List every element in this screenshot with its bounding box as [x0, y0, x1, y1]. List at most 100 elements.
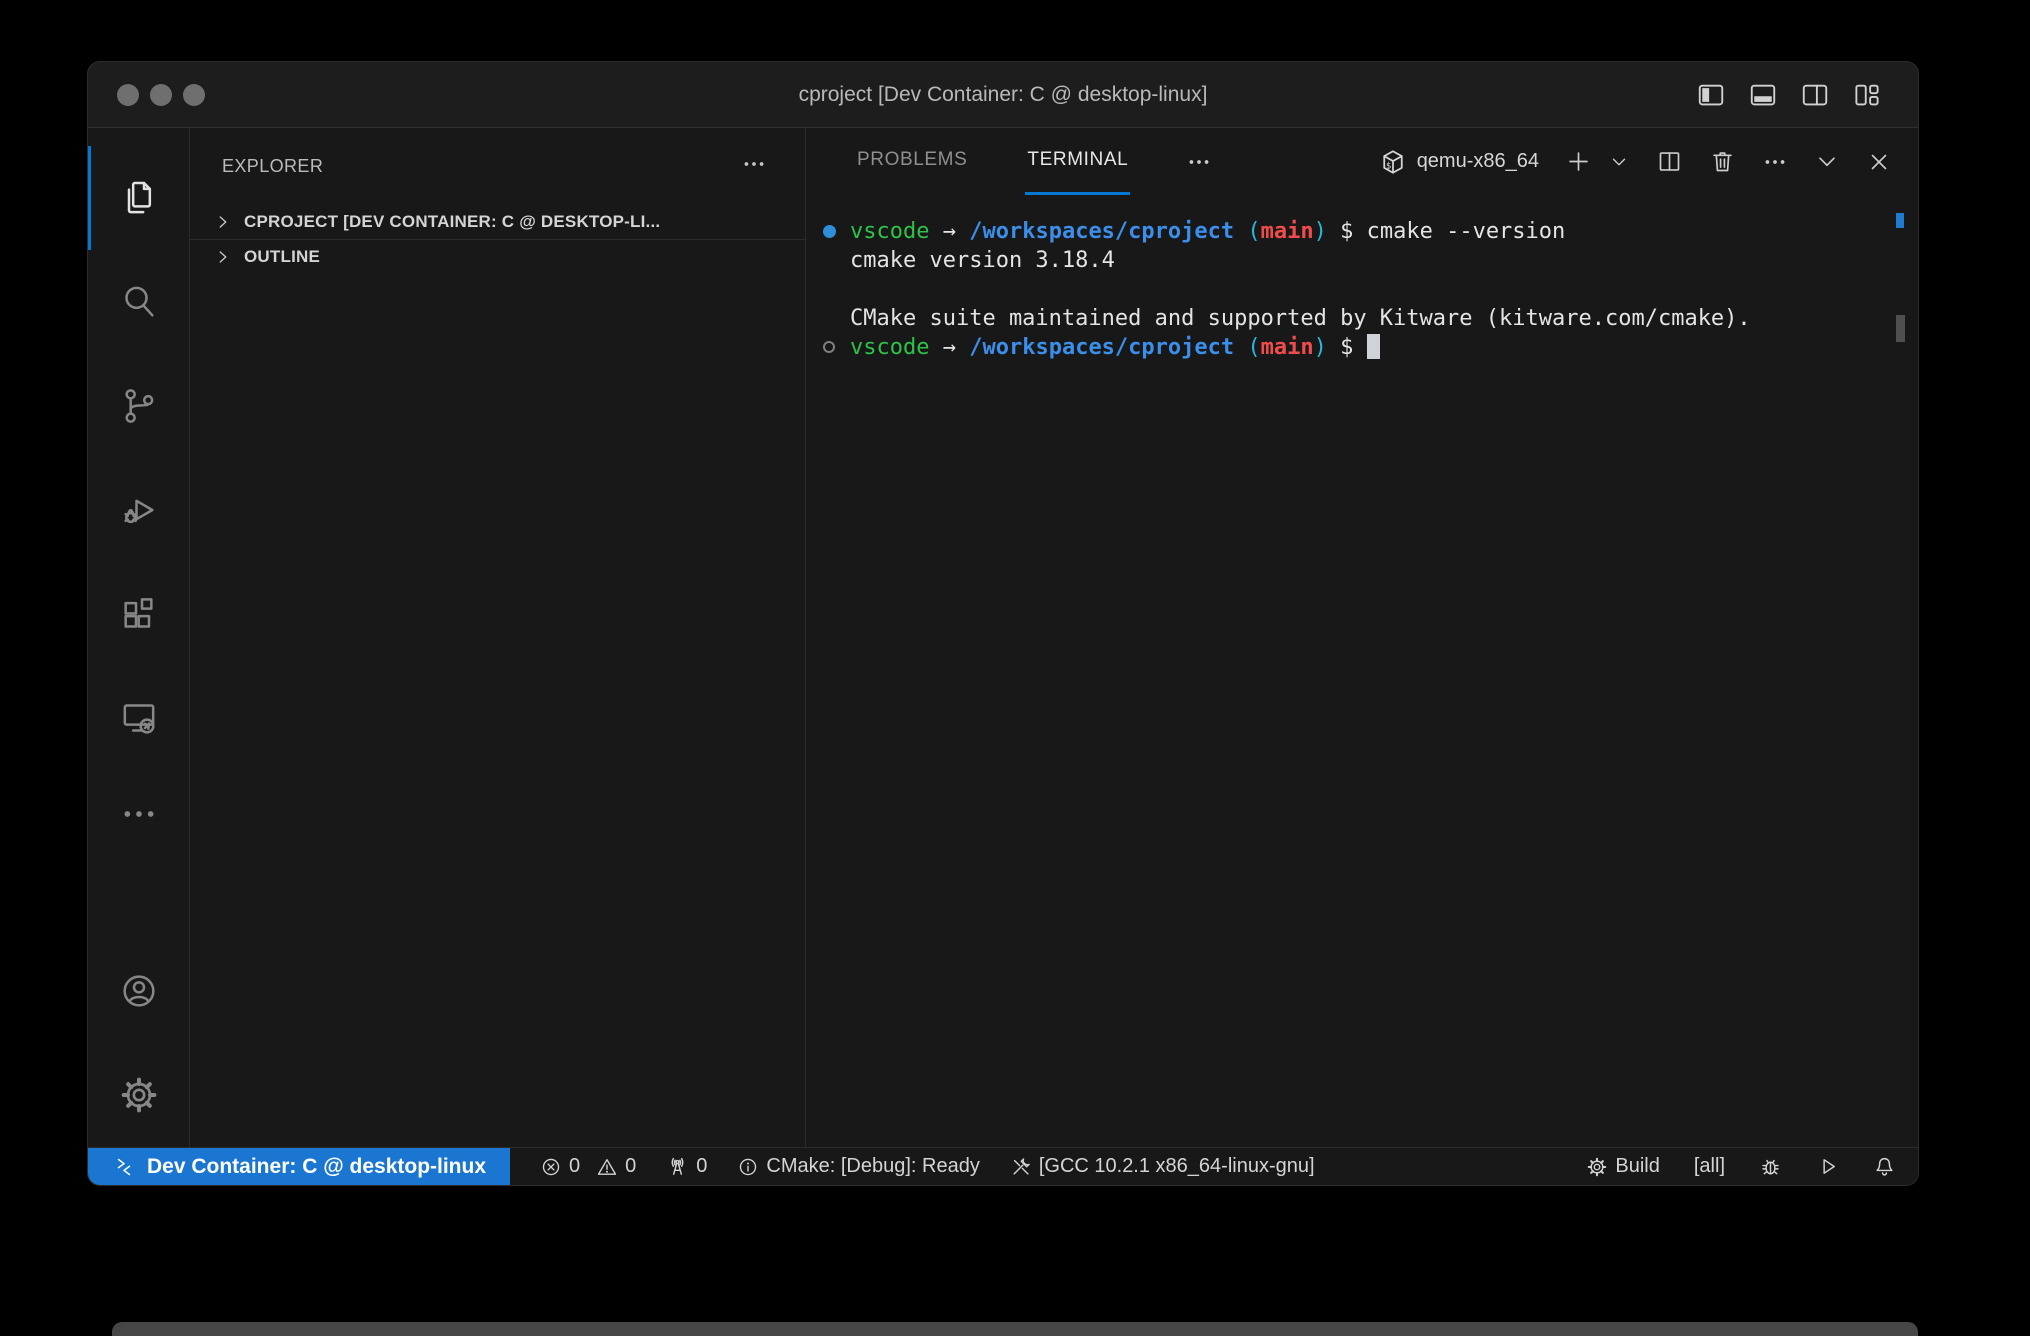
explorer-section-outline[interactable]: OUTLINE — [190, 239, 805, 274]
customize-layout-icon — [1852, 80, 1882, 110]
explorer-section-workspace[interactable]: CPROJECT [DEV CONTAINER: C @ DESKTOP-LI.… — [190, 204, 805, 239]
terminal-text: vscode — [850, 219, 929, 244]
traffic-lights — [117, 84, 205, 106]
trash-icon — [1709, 148, 1736, 175]
info-icon — [737, 1156, 759, 1178]
scrollbar-thumb[interactable] — [1896, 315, 1905, 342]
terminal-viewport[interactable]: vscode → /workspaces/cproject (main) $ c… — [806, 195, 1918, 1147]
bottom-panel: PROBLEMS TERMINAL $ — [806, 128, 1918, 1147]
activity-item-more[interactable] — [88, 770, 189, 858]
ellipsis-icon — [119, 794, 159, 834]
files-icon — [119, 178, 159, 218]
toggle-secondary-sidebar-button[interactable] — [1800, 80, 1830, 110]
dock-edge — [112, 1322, 1918, 1336]
plus-icon — [1565, 148, 1592, 175]
activity-item-search[interactable] — [88, 250, 189, 354]
error-count: 0 — [569, 1155, 580, 1178]
activity-item-run-and-debug[interactable] — [88, 458, 189, 562]
scrollbar-command-mark — [1896, 213, 1904, 228]
cmake-status-label: CMake: [Debug]: Ready — [766, 1155, 979, 1178]
terminal-cursor — [1367, 334, 1380, 359]
title-bar: cproject [Dev Container: C @ desktop-lin… — [88, 62, 1918, 128]
close-window-button[interactable] — [117, 84, 139, 106]
container-cube-icon: $ — [1379, 148, 1407, 176]
toggle-primary-sidebar-button[interactable] — [1696, 80, 1726, 110]
bug-icon — [1759, 1155, 1782, 1178]
close-icon — [1866, 149, 1892, 175]
cmake-debug-button[interactable] — [1759, 1155, 1782, 1178]
svg-text:$: $ — [1386, 161, 1391, 171]
ellipsis-icon — [1186, 149, 1212, 175]
toggle-secondary-sidebar-icon — [1800, 80, 1830, 110]
terminal-line — [806, 275, 1918, 304]
terminal-line: cmake version 3.18.4 — [806, 246, 1918, 275]
toggle-panel-icon — [1748, 80, 1778, 110]
problems-status[interactable]: 0 0 — [540, 1155, 636, 1178]
activity-item-source-control[interactable] — [88, 354, 189, 458]
search-icon — [119, 282, 159, 322]
kill-terminal-button[interactable] — [1709, 148, 1736, 175]
remote-icon — [112, 1155, 136, 1179]
chevron-right-icon — [212, 246, 234, 268]
terminal-text: $ — [1327, 335, 1367, 360]
cmake-kit[interactable]: [GCC 10.2.1 x86_64-linux-gnu] — [1010, 1155, 1315, 1178]
terminal-text: ( — [1234, 335, 1261, 360]
activity-item-explorer[interactable] — [88, 146, 189, 250]
build-label: Build — [1615, 1155, 1659, 1178]
command-decoration-icon[interactable] — [823, 225, 836, 238]
activity-item-accounts[interactable] — [88, 939, 189, 1043]
activity-item-settings[interactable] — [88, 1043, 189, 1147]
terminal-text: vscode — [850, 335, 929, 360]
launch-profile-button[interactable] — [1608, 151, 1630, 173]
terminal-profile[interactable]: $ qemu-x86_64 — [1379, 148, 1539, 176]
toggle-primary-sidebar-icon — [1696, 80, 1726, 110]
ellipsis-icon — [1762, 149, 1788, 175]
more-tabs-button[interactable] — [1186, 128, 1212, 195]
remote-indicator[interactable]: Dev Container: C @ desktop-linux — [88, 1148, 510, 1185]
terminal-text: main — [1261, 219, 1314, 244]
terminal-profile-label: qemu-x86_64 — [1417, 150, 1539, 173]
sidebar-header: EXPLORER — [190, 128, 805, 204]
error-icon — [540, 1156, 562, 1178]
terminal-line: vscode → /workspaces/cproject (main) $ — [806, 333, 1918, 362]
minimize-window-button[interactable] — [150, 84, 172, 106]
sidebar-title: EXPLORER — [222, 156, 323, 177]
cmake-status[interactable]: CMake: [Debug]: Ready — [737, 1155, 979, 1178]
tab-problems[interactable]: PROBLEMS — [855, 128, 969, 195]
outline-section-label: OUTLINE — [244, 247, 320, 267]
terminal-text: ) — [1314, 335, 1327, 360]
close-panel-button[interactable] — [1866, 149, 1892, 175]
cmake-launch-button[interactable] — [1816, 1155, 1839, 1178]
activity-item-remote-explorer[interactable] — [88, 666, 189, 770]
gear-icon — [119, 1075, 159, 1115]
terminal-more-actions-button[interactable] — [1762, 149, 1788, 175]
terminal-text: ) — [1314, 219, 1327, 244]
terminal-line: CMake suite maintained and supported by … — [806, 304, 1918, 333]
split-terminal-button[interactable] — [1656, 148, 1683, 175]
zoom-window-button[interactable] — [183, 84, 205, 106]
terminal-text: main — [1261, 335, 1314, 360]
ports-status[interactable]: 0 — [666, 1155, 707, 1178]
toggle-panel-button[interactable] — [1748, 80, 1778, 110]
workbench: EXPLORER CPROJECT [DEV CONTAINER: C @ DE… — [88, 128, 1918, 1147]
cmake-kit-label: [GCC 10.2.1 x86_64-linux-gnu] — [1039, 1155, 1315, 1178]
vscode-window: cproject [Dev Container: C @ desktop-lin… — [88, 62, 1918, 1185]
hide-panel-button[interactable] — [1814, 149, 1840, 175]
window-title: cproject [Dev Container: C @ desktop-lin… — [88, 83, 1918, 107]
customize-layout-button[interactable] — [1852, 80, 1882, 110]
cmake-build-button[interactable]: Build — [1586, 1155, 1659, 1178]
chevron-down-icon — [1814, 149, 1840, 175]
tab-terminal[interactable]: TERMINAL — [1025, 128, 1130, 195]
split-editor-icon — [1656, 148, 1683, 175]
terminal-text: /workspaces/cproject — [969, 219, 1234, 244]
build-target-button[interactable]: [all] — [1694, 1155, 1725, 1178]
explorer-sidebar: EXPLORER CPROJECT [DEV CONTAINER: C @ DE… — [190, 128, 806, 1147]
warning-count: 0 — [625, 1155, 636, 1178]
extensions-icon — [119, 594, 159, 634]
activity-item-extensions[interactable] — [88, 562, 189, 666]
notifications-button[interactable] — [1873, 1155, 1896, 1178]
prompt-decoration-icon[interactable] — [823, 341, 835, 353]
new-terminal-button[interactable] — [1565, 148, 1592, 175]
terminal-text: cmake version 3.18.4 — [850, 248, 1115, 273]
explorer-more-actions-button[interactable] — [741, 151, 767, 182]
